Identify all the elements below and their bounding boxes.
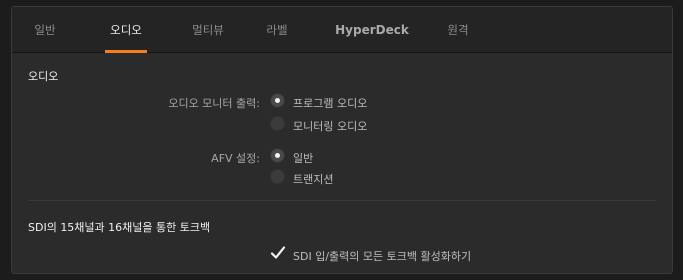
tab-remote[interactable]: 원격 (444, 7, 472, 53)
section-divider (28, 200, 656, 201)
tab-general[interactable]: 일반 (30, 7, 60, 53)
settings-panel: 일반 오디오 멀티뷰 라벨 HyperDeck 원격 오디오 오디오 모니터 출… (11, 6, 673, 274)
tab-audio[interactable]: 오디오 (105, 7, 147, 53)
afv-transition-radio[interactable] (270, 169, 285, 184)
tab-hyperdeck[interactable]: HyperDeck (332, 7, 412, 53)
talkback-section-title: SDI의 15채널과 16채널을 통한 토크백 (28, 221, 211, 234)
tab-bar: 일반 오디오 멀티뷰 라벨 HyperDeck 원격 (12, 7, 672, 53)
audio-section-title: 오디오 (28, 70, 59, 83)
checkmark-icon[interactable] (270, 245, 286, 261)
monitoring-audio-radio[interactable] (270, 116, 285, 131)
afv-normal-radio[interactable] (270, 148, 285, 163)
program-audio-radio[interactable] (270, 93, 285, 108)
tab-labels[interactable]: 라벨 (263, 7, 291, 53)
monitoring-audio-label[interactable]: 모니터링 오디오 (293, 118, 367, 134)
tab-multiview[interactable]: 멀티뷰 (189, 7, 227, 53)
afv-settings-label: AFV 설정: (211, 152, 260, 165)
afv-normal-label[interactable]: 일반 (293, 150, 313, 166)
program-audio-label[interactable]: 프로그램 오디오 (293, 95, 367, 111)
afv-transition-label[interactable]: 트랜지션 (293, 171, 333, 187)
talkback-checkbox-label[interactable]: SDI 입/출력의 모든 토크백 활성화하기 (293, 248, 471, 264)
monitor-output-label: 오디오 모니터 출력: (168, 97, 260, 110)
